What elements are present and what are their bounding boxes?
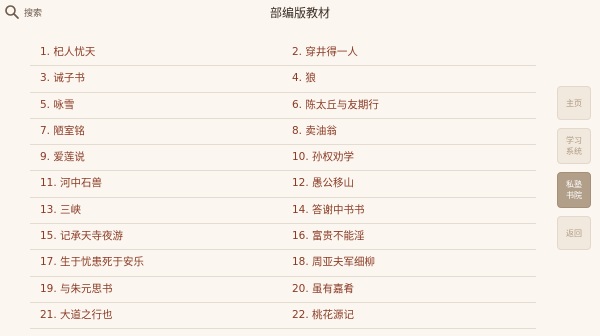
sidebar-academy-button[interactable]: 私塾书院	[557, 172, 591, 208]
lesson-item[interactable]: 2. 穿井得一人	[292, 40, 358, 65]
lesson-item[interactable]: 12. 愚公移山	[292, 171, 354, 196]
lesson-row: 1. 杞人忧天 2. 穿井得一人	[30, 40, 536, 67]
lesson-item[interactable]: 5. 咏雪	[40, 93, 74, 118]
lesson-row: 13. 三峡 14. 答谢中书书	[30, 198, 536, 225]
lesson-row: 19. 与朱元思书 20. 虽有嘉肴	[30, 277, 536, 303]
lesson-item[interactable]: 4. 狼	[292, 66, 316, 91]
lesson-item[interactable]: 8. 卖油翁	[292, 119, 337, 144]
lesson-row: 7. 陋室铭 8. 卖油翁	[30, 119, 536, 146]
lesson-item[interactable]: 1. 杞人忧天	[40, 40, 95, 65]
lesson-row: 21. 大道之行也 22. 桃花源记	[30, 303, 536, 330]
lesson-list: 1. 杞人忧天 2. 穿井得一人 3. 诫子书 4. 狼 5. 咏雪 6. 陈太…	[30, 40, 536, 330]
lesson-item[interactable]: 20. 虽有嘉肴	[292, 277, 354, 302]
sidebar-back-label: 返回	[566, 228, 582, 238]
lesson-item[interactable]: 17. 生于忧患死于安乐	[40, 250, 144, 275]
lesson-item[interactable]: 14. 答谢中书书	[292, 198, 365, 223]
lesson-item[interactable]: 13. 三峡	[40, 198, 81, 223]
sidebar-home-button[interactable]: 主页	[557, 86, 591, 120]
lesson-item[interactable]: 11. 河中石兽	[40, 171, 102, 196]
page-title: 部编版教材	[269, 6, 330, 20]
lesson-row: 5. 咏雪 6. 陈太丘与友期行	[30, 93, 536, 119]
top-bar: 搜索 部编版教材	[0, 0, 600, 26]
lesson-item[interactable]: 9. 爱莲说	[40, 145, 85, 170]
lesson-row: 9. 爱莲说 10. 孙权劝学	[30, 145, 536, 172]
sidebar-academy-label: 私塾书院	[566, 180, 582, 200]
lesson-item[interactable]: 7. 陋室铭	[40, 119, 85, 144]
lesson-item[interactable]: 15. 记承天寺夜游	[40, 224, 123, 249]
lesson-item[interactable]: 6. 陈太丘与友期行	[292, 93, 379, 118]
lesson-row: 17. 生于忧患死于安乐 18. 周亚夫军细柳	[30, 250, 536, 277]
lesson-item[interactable]: 3. 诫子书	[40, 66, 85, 91]
lesson-item[interactable]: 18. 周亚夫军细柳	[292, 250, 375, 275]
sidebar-back-button[interactable]: 返回	[557, 216, 591, 250]
lesson-item[interactable]: 16. 富贵不能淫	[292, 224, 365, 249]
sidebar-home-label: 主页	[566, 98, 582, 108]
lesson-row: 3. 诫子书 4. 狼	[30, 66, 536, 93]
sidebar-study-label: 学习系统	[566, 136, 582, 156]
lesson-item[interactable]: 19. 与朱元思书	[40, 277, 113, 302]
lesson-item[interactable]: 10. 孙权劝学	[292, 145, 354, 170]
lesson-row: 15. 记承天寺夜游 16. 富贵不能淫	[30, 224, 536, 251]
lesson-item[interactable]: 21. 大道之行也	[40, 303, 113, 328]
lesson-item[interactable]: 22. 桃花源记	[292, 303, 354, 328]
sidebar-study-button[interactable]: 学习系统	[557, 128, 591, 164]
lesson-row: 11. 河中石兽 12. 愚公移山	[30, 171, 536, 198]
